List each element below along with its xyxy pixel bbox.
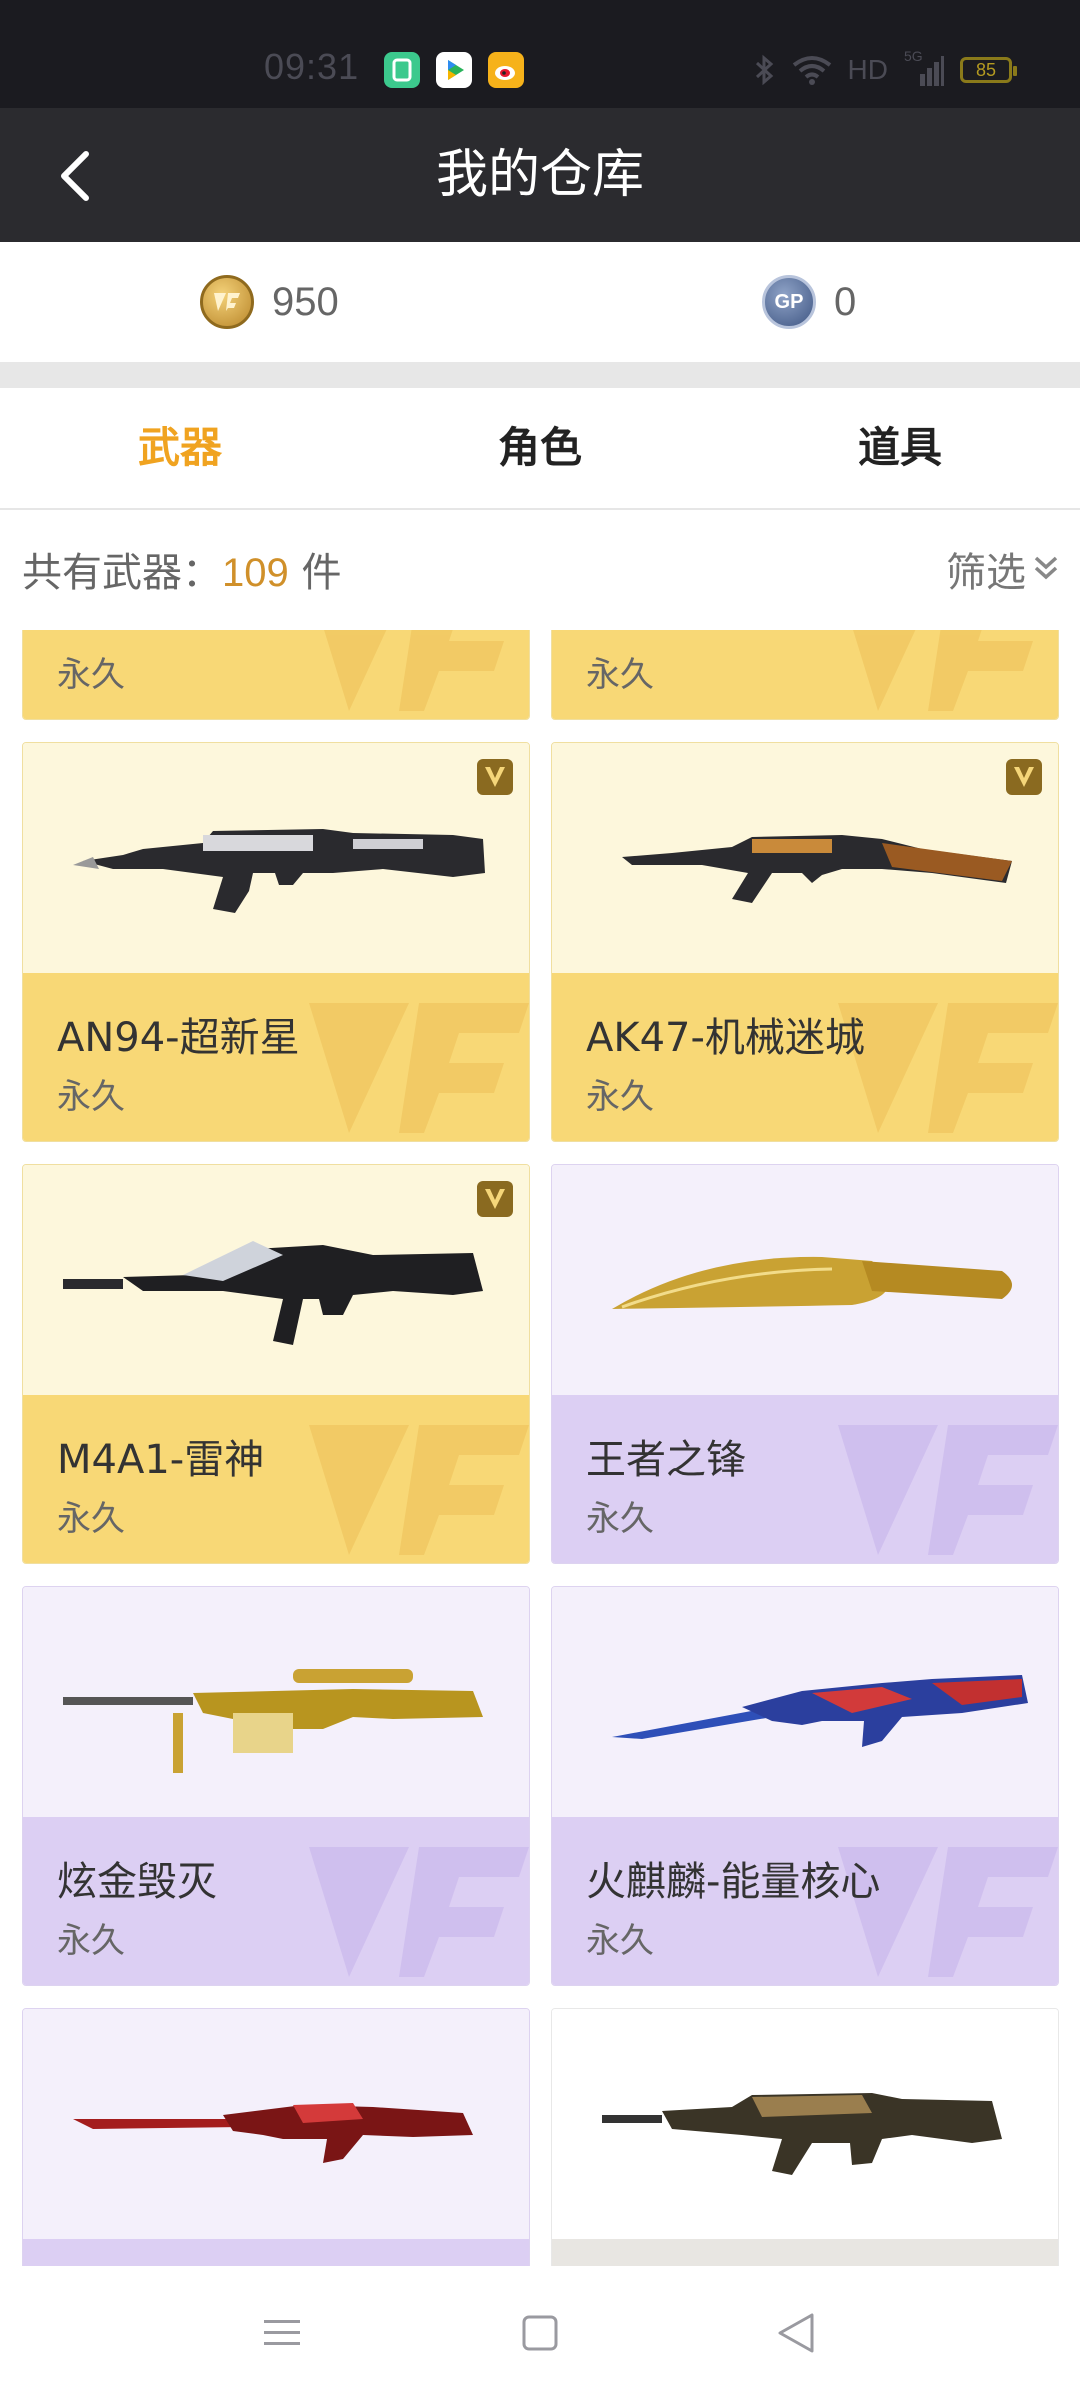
back-button[interactable] bbox=[36, 138, 112, 214]
weapon-term: 永久 bbox=[57, 1077, 125, 1117]
weapon-card[interactable]: M4A1-雷神 永久 bbox=[22, 1164, 530, 1564]
weapon-term: 永久 bbox=[57, 1499, 125, 1539]
battery-indicator: 85 bbox=[960, 57, 1017, 83]
app-notification-icon bbox=[384, 52, 420, 88]
weapon-term: 永久 bbox=[586, 1921, 654, 1961]
system-icons: HD 5G 85 bbox=[752, 48, 1017, 88]
weapon-card[interactable]: AK47-机械迷城 永久 bbox=[551, 742, 1059, 1142]
cf-watermark-icon bbox=[309, 1425, 529, 1555]
cf-watermark-icon bbox=[309, 1003, 529, 1133]
weapon-card[interactable]: 永久 bbox=[22, 630, 530, 720]
weapon-term: 永久 bbox=[57, 1921, 125, 1961]
tab-characters[interactable]: 角色 bbox=[360, 388, 720, 508]
weapon-grid: 永久 永久 AN94-超新星 永久 AK47-机械迷城 永久 M4A1-雷神 永… bbox=[0, 630, 1080, 2266]
tab-weapons[interactable]: 武器 bbox=[0, 388, 360, 508]
weapon-count: 109 bbox=[222, 551, 289, 595]
gp-points: GP 0 bbox=[762, 272, 856, 332]
summary-prefix: 共有武器： bbox=[22, 550, 222, 596]
rifle-image-icon bbox=[622, 835, 1012, 903]
cf-watermark-icon bbox=[324, 630, 504, 711]
video-app-icon bbox=[436, 52, 472, 88]
cf-watermark-icon bbox=[838, 1425, 1058, 1555]
bluetooth-icon bbox=[755, 54, 773, 86]
vip-badge-icon bbox=[477, 1181, 513, 1217]
weapon-card[interactable]: AN94-超新星 永久 bbox=[22, 742, 530, 1142]
back-nav-button[interactable] bbox=[766, 2306, 826, 2360]
weapon-name: 王者之锋 bbox=[586, 1437, 746, 1483]
currency-row: 950 GP 0 bbox=[0, 242, 1080, 362]
cf-coin-icon bbox=[200, 275, 254, 329]
weapon-term: 永久 bbox=[586, 1499, 654, 1539]
system-nav-bar bbox=[0, 2266, 1080, 2400]
weapon-name: AK47-机械迷城 bbox=[586, 1015, 865, 1061]
weapon-card[interactable]: 火麒麟-能量核心 永久 bbox=[551, 1586, 1059, 1986]
weapon-card[interactable]: 炫金毁灭 永久 bbox=[22, 1586, 530, 1986]
weapon-card[interactable]: 永久 bbox=[551, 630, 1059, 720]
menu-icon bbox=[264, 2320, 300, 2345]
double-chevron-down-icon bbox=[1034, 556, 1058, 580]
cf-watermark-icon bbox=[853, 630, 1033, 711]
wifi-icon bbox=[792, 56, 831, 85]
filter-button[interactable]: 筛选 bbox=[946, 540, 1060, 598]
cf-watermark-icon bbox=[309, 1847, 529, 1977]
sniper-rifle-image-icon bbox=[63, 1669, 483, 1773]
weapon-name: AN94-超新星 bbox=[57, 1015, 300, 1061]
rifle-image-icon bbox=[73, 2103, 473, 2163]
weapon-card[interactable] bbox=[22, 2008, 530, 2266]
rifle-image-icon bbox=[63, 1241, 483, 1345]
gp-coin-icon: GP bbox=[762, 275, 816, 329]
weapon-name: M4A1-雷神 bbox=[57, 1437, 265, 1483]
gp-points-value: 0 bbox=[834, 279, 857, 324]
tab-items[interactable]: 道具 bbox=[720, 388, 1080, 508]
rifle-image-icon bbox=[602, 2093, 1002, 2175]
home-button[interactable] bbox=[510, 2306, 570, 2360]
page-title: 我的仓库 bbox=[435, 145, 644, 205]
cf-points: 950 bbox=[200, 272, 339, 332]
vip-badge-icon bbox=[1006, 759, 1042, 795]
menu-button[interactable] bbox=[252, 2306, 312, 2360]
cf-watermark-icon bbox=[818, 2249, 1058, 2266]
weapon-term: 永久 bbox=[586, 1077, 654, 1117]
status-time: 09:31 bbox=[264, 46, 360, 87]
weapon-term: 永久 bbox=[57, 655, 125, 695]
weapon-count-summary: 共有武器：109 件 bbox=[22, 540, 341, 598]
app-header: 我的仓库 bbox=[0, 108, 1080, 242]
section-divider bbox=[0, 362, 1080, 388]
weapon-term: 永久 bbox=[586, 655, 654, 695]
signal-icon: 5G bbox=[904, 48, 944, 86]
weapon-card[interactable] bbox=[551, 2008, 1059, 2266]
cf-watermark-icon bbox=[289, 2249, 529, 2266]
weapon-name: 火麒麟-能量核心 bbox=[586, 1859, 881, 1905]
category-tabs: 武器 角色 道具 bbox=[0, 388, 1080, 510]
vip-badge-icon bbox=[477, 759, 513, 795]
weapon-card[interactable]: 王者之锋 永久 bbox=[551, 1164, 1059, 1564]
rifle-image-icon bbox=[73, 829, 485, 913]
network-type-label: HD bbox=[847, 54, 888, 85]
cf-points-value: 950 bbox=[272, 279, 339, 324]
triangle-back-icon bbox=[778, 2313, 814, 2353]
status-bar: 09:31 HD 5G 85 bbox=[0, 0, 1080, 108]
rifle-image-icon bbox=[612, 1675, 1028, 1747]
filter-label: 筛选 bbox=[946, 550, 1026, 596]
gp-badge-label: GP bbox=[774, 290, 804, 313]
weapon-name: 炫金毁灭 bbox=[57, 1859, 217, 1905]
weibo-icon bbox=[488, 52, 524, 88]
summary-suffix: 件 bbox=[288, 550, 342, 596]
chevron-left-icon bbox=[61, 151, 89, 201]
square-home-icon bbox=[522, 2315, 558, 2351]
knife-image-icon bbox=[612, 1256, 1012, 1309]
